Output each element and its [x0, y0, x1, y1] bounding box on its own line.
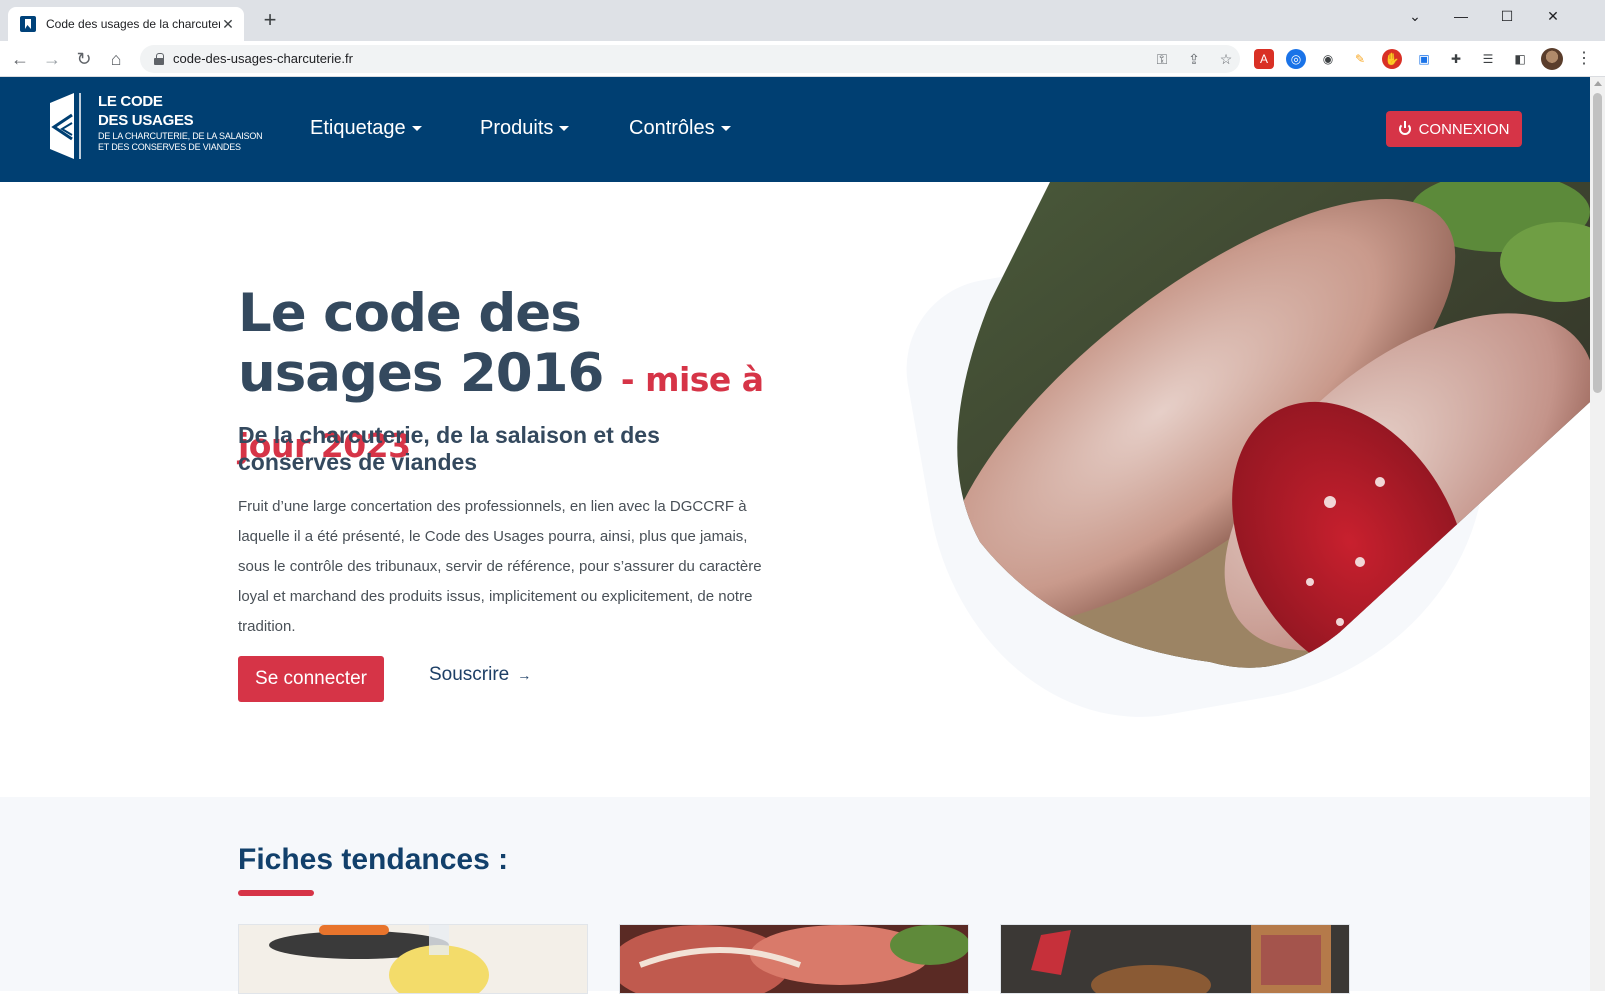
site-header: LE CODE DES USAGES DE LA CHARCUTERIE, DE…	[0, 77, 1590, 182]
close-window-button[interactable]: ✕	[1538, 4, 1568, 28]
trend-card-2[interactable]	[619, 924, 969, 994]
tab-search-button[interactable]: ⌄	[1400, 4, 1430, 28]
caret-down-icon	[559, 126, 570, 131]
logo-subtitle-line2: ET DES CONSERVES DE VIANDES	[98, 142, 241, 152]
pencil-extension-icon[interactable]: ✎	[1350, 49, 1370, 69]
se-connecter-button[interactable]: Se connecter	[238, 656, 384, 702]
key-icon[interactable]: ⚿	[1152, 49, 1172, 69]
reading-list-icon[interactable]: ☰	[1478, 49, 1498, 69]
site-favicon-icon	[20, 16, 36, 32]
star-icon[interactable]: ☆	[1216, 49, 1236, 69]
logo-subtitle-line1: DE LA CHARCUTERIE, DE LA SALAISON	[98, 131, 263, 141]
menu-controles[interactable]: Contrôles	[629, 117, 731, 140]
adblock-extension-icon[interactable]: ✋	[1382, 49, 1402, 69]
hero-title-main: Le code des usages 2016	[238, 283, 604, 404]
menu-produits[interactable]: Produits	[480, 117, 570, 140]
spy-extension-icon[interactable]: ◉	[1318, 49, 1338, 69]
edge-extension-icon[interactable]: ◎	[1286, 49, 1306, 69]
tab-title: Code des usages de la charcuterie	[46, 17, 220, 31]
back-arrow-icon[interactable]: ←	[6, 45, 34, 73]
browser-toolbar: ← → ↻ ⌂ code-des-usages-charcuterie.fr ⚿…	[0, 41, 1605, 77]
scroll-up-arrow-icon[interactable]	[1594, 81, 1602, 86]
pdf-extension-icon[interactable]: A	[1254, 49, 1274, 69]
side-panel-icon[interactable]: ◧	[1510, 49, 1530, 69]
tab-close-icon[interactable]: ✕	[220, 16, 236, 33]
browser-tab-bar: Code des usages de la charcuterie ✕ + ⌄ …	[0, 0, 1605, 41]
trend-card-1[interactable]	[238, 924, 588, 994]
hero-subtitle: De la charcuterie, de la salaison et des…	[238, 422, 660, 475]
logo-mark-icon	[50, 93, 81, 159]
profile-avatar[interactable]	[1541, 48, 1563, 70]
caret-down-icon	[720, 126, 731, 131]
puzzle-icon[interactable]: ✚	[1446, 49, 1466, 69]
trending-title: Fiches tendances :	[238, 843, 509, 876]
screen-extension-icon[interactable]: ▣	[1414, 49, 1434, 69]
title-underline	[238, 890, 314, 896]
new-tab-button[interactable]: +	[258, 9, 282, 33]
power-icon	[1398, 121, 1411, 135]
menu-kebab-icon[interactable]: ⋮	[1574, 49, 1594, 69]
menu-controles-label: Contrôles	[629, 117, 715, 139]
browser-tab[interactable]: Code des usages de la charcuterie ✕	[8, 7, 244, 41]
caret-down-icon	[411, 126, 422, 131]
maximize-button[interactable]: ☐	[1492, 4, 1522, 28]
url-text[interactable]: code-des-usages-charcuterie.fr	[173, 51, 353, 66]
logo-title-line1: LE CODE	[98, 93, 163, 110]
trend-card-3[interactable]	[1000, 924, 1350, 994]
arrow-right-icon: →	[517, 667, 532, 683]
souscrire-label: Souscrire	[429, 664, 510, 685]
reload-icon[interactable]: ↻	[70, 45, 98, 73]
saucisson-image	[957, 182, 1590, 668]
minimize-button[interactable]: —	[1446, 4, 1476, 28]
home-icon[interactable]: ⌂	[102, 45, 130, 73]
souscrire-link[interactable]: Souscrire →	[429, 664, 531, 686]
menu-produits-label: Produits	[480, 117, 554, 139]
trending-section: Fiches tendances :	[0, 797, 1590, 994]
lock-icon[interactable]	[154, 53, 164, 65]
forward-arrow-icon[interactable]: →	[38, 45, 66, 73]
trend-card-3-image	[1001, 925, 1349, 993]
address-bar[interactable]: code-des-usages-charcuterie.fr ⚿ ⇪ ☆	[140, 45, 1240, 73]
trend-card-2-image	[620, 925, 968, 993]
site-logo[interactable]: LE CODE DES USAGES DE LA CHARCUTERIE, DE…	[44, 93, 264, 163]
hero-description: Fruit d’une large concertation des profe…	[238, 498, 762, 635]
share-icon[interactable]: ⇪	[1184, 49, 1204, 69]
menu-etiquetage[interactable]: Etiquetage	[310, 117, 422, 140]
trend-card-1-image	[239, 925, 587, 993]
connexion-label: CONNEXION	[1418, 120, 1510, 138]
scrollbar-thumb[interactable]	[1593, 93, 1602, 393]
page-scrollbar[interactable]	[1590, 77, 1605, 991]
connexion-button[interactable]: CONNEXION	[1386, 111, 1522, 147]
logo-title-line2: DES USAGES	[98, 112, 194, 129]
menu-etiquetage-label: Etiquetage	[310, 117, 406, 139]
